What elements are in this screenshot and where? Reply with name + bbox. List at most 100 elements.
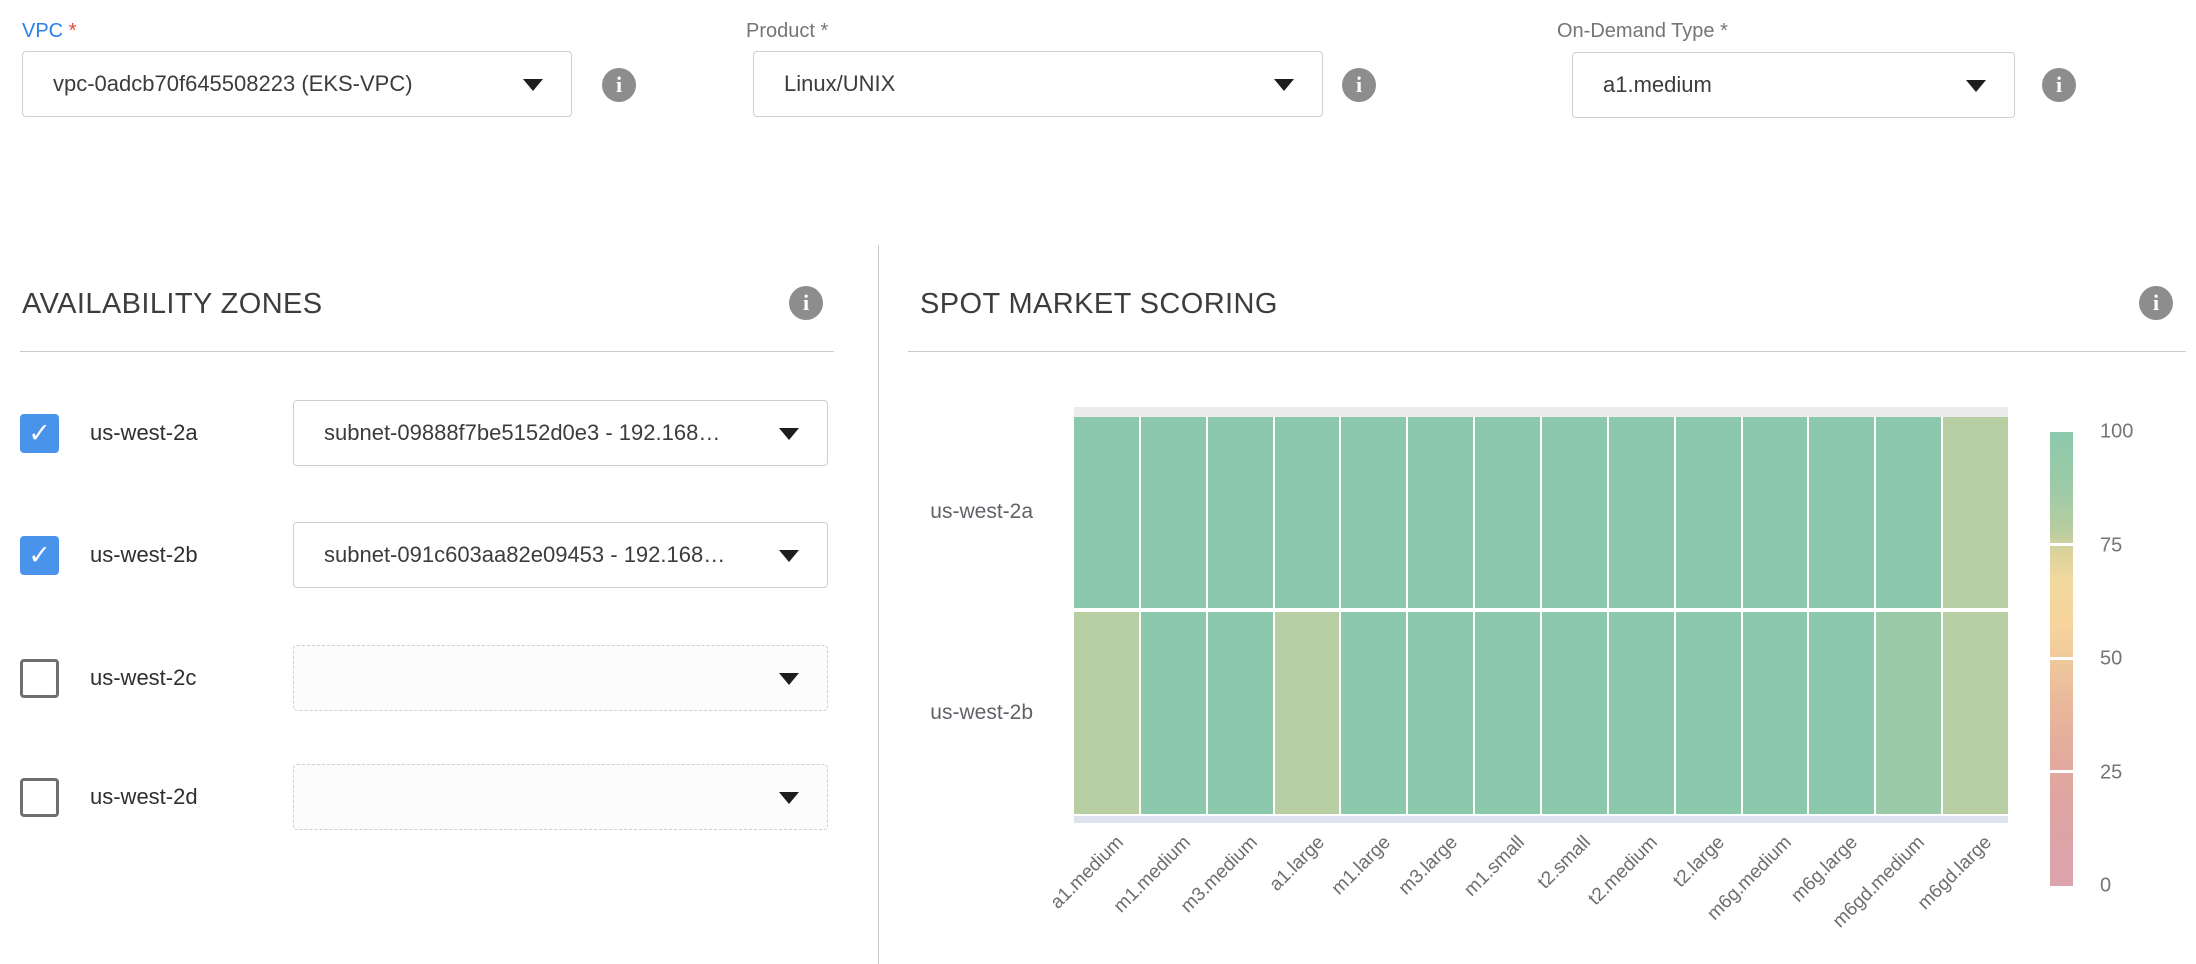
az-zone-label: us-west-2b (90, 522, 198, 588)
colorbar-separator (2050, 657, 2073, 660)
heatmap-cell (1676, 612, 1741, 814)
heatmap-cell (1743, 612, 1808, 814)
heatmap-cell (1943, 612, 2008, 814)
heatmap-cell (1208, 612, 1273, 814)
az-row-us-west-2a: us-west-2a subnet-09888f7be5152d0e3 - 19… (0, 400, 878, 466)
vpc-select[interactable]: vpc-0adcb70f645508223 (EKS-VPC) (22, 51, 572, 117)
heatmap-grid (1074, 417, 2008, 814)
product-select-value: Linux/UNIX (784, 52, 895, 116)
spot-market-scoring-divider (908, 351, 2186, 352)
heatmap-col-label: m1.small (1460, 832, 1529, 901)
colorbar-tick-label: 100 (2100, 421, 2133, 444)
availability-zones-title: AVAILABILITY ZONES (22, 288, 323, 321)
heatmap-cell (1542, 612, 1607, 814)
heatmap-cell (1141, 417, 1206, 608)
heatmap-cell (1809, 612, 1874, 814)
heatmap-cell (1542, 417, 1607, 608)
subnet-select-value: subnet-09888f7be5152d0e3 - 192.168… (324, 401, 720, 465)
heatmap-cell (1408, 417, 1473, 608)
az-row-us-west-2c: us-west-2c (0, 645, 878, 711)
on-demand-required-asterisk: * (1720, 20, 1728, 42)
spot-market-scoring-info-icon[interactable] (2139, 286, 2173, 320)
heatmap-cell (1676, 417, 1741, 608)
product-label: Product * (746, 20, 828, 43)
az-row-us-west-2d: us-west-2d (0, 764, 878, 830)
az-zone-label: us-west-2c (90, 645, 196, 711)
subnet-select-value: subnet-091c603aa82e09453 - 192.168… (324, 523, 725, 587)
heatmap-cell (1141, 612, 1206, 814)
chevron-down-icon (779, 792, 799, 804)
heatmap-cell (1208, 417, 1273, 608)
heatmap-row-label: us-west-2b (873, 701, 1033, 725)
subnet-select-us-west-2c[interactable] (293, 645, 828, 711)
heatmap-cell (1341, 417, 1406, 608)
checkbox-us-west-2b[interactable] (20, 536, 59, 575)
az-row-us-west-2b: us-west-2b subnet-091c603aa82e09453 - 19… (0, 522, 878, 588)
chevron-down-icon (779, 550, 799, 562)
vpc-label-text: VPC (22, 20, 63, 42)
heatmap-cell (1943, 417, 2008, 608)
vpc-label: VPC * (22, 20, 76, 43)
product-info-icon[interactable] (1342, 68, 1376, 102)
heatmap-cell (1408, 612, 1473, 814)
heatmap-col-label: a1.large (1265, 832, 1329, 896)
section-separator (878, 245, 879, 964)
checkbox-us-west-2c[interactable] (20, 659, 59, 698)
chevron-down-icon (779, 428, 799, 440)
heatmap-cell (1876, 612, 1941, 814)
heatmap-col-label: m3.large (1395, 832, 1463, 900)
spot-market-scoring-title: SPOT MARKET SCORING (920, 288, 1278, 321)
subnet-select-us-west-2d[interactable] (293, 764, 828, 830)
heatmap-cell (1876, 417, 1941, 608)
chevron-down-icon (523, 79, 543, 91)
heatmap-cell (1743, 417, 1808, 608)
on-demand-type-info-icon[interactable] (2042, 68, 2076, 102)
chevron-down-icon (1274, 79, 1294, 91)
subnet-select-us-west-2a[interactable]: subnet-09888f7be5152d0e3 - 192.168… (293, 400, 828, 466)
colorbar-tick-label: 25 (2100, 761, 2122, 784)
chevron-down-icon (779, 673, 799, 685)
product-label-text: Product (746, 20, 815, 42)
product-select[interactable]: Linux/UNIX (753, 51, 1323, 117)
vpc-info-icon[interactable] (602, 68, 636, 102)
heatmap-col-label: m1.large (1328, 832, 1396, 900)
heatmap-col-label: t2.medium (1584, 832, 1662, 910)
on-demand-type-label-text: On-Demand Type (1557, 20, 1715, 42)
on-demand-type-select[interactable]: a1.medium (1572, 52, 2015, 118)
colorbar-tick-label: 0 (2100, 875, 2111, 898)
heatmap-row-label: us-west-2a (873, 500, 1033, 524)
subnet-select-us-west-2b[interactable]: subnet-091c603aa82e09453 - 192.168… (293, 522, 828, 588)
heatmap-cell (1609, 612, 1674, 814)
az-zone-label: us-west-2a (90, 400, 198, 466)
colorbar-tick-label: 75 (2100, 534, 2122, 557)
heatmap-cell (1475, 417, 1540, 608)
heatmap-cell (1275, 417, 1340, 608)
heatmap-bottom-edge (1074, 816, 2008, 823)
product-required-asterisk: * (821, 20, 829, 42)
az-zone-label: us-west-2d (90, 764, 198, 830)
heatmap-cell (1475, 612, 1540, 814)
vpc-select-value: vpc-0adcb70f645508223 (EKS-VPC) (53, 52, 413, 116)
heatmap-cell (1074, 612, 1139, 814)
checkbox-us-west-2a[interactable] (20, 414, 59, 453)
heatmap-top-edge (1074, 407, 2008, 417)
colorbar-separator (2050, 770, 2073, 773)
heatmap-cell (1074, 417, 1139, 608)
heatmap-col-label: t2.small (1534, 832, 1596, 894)
spot-configuration-page: VPC * vpc-0adcb70f645508223 (EKS-VPC) Pr… (0, 0, 2196, 964)
colorbar-tick-label: 50 (2100, 648, 2122, 671)
checkbox-us-west-2d[interactable] (20, 778, 59, 817)
colorbar-separator (2050, 543, 2073, 546)
on-demand-type-label: On-Demand Type * (1557, 20, 1728, 43)
heatmap-colorbar (2050, 432, 2073, 886)
heatmap-col-label: t2.large (1669, 832, 1729, 892)
availability-zones-divider (20, 351, 834, 352)
heatmap-cell (1275, 612, 1340, 814)
heatmap-cell (1341, 612, 1406, 814)
heatmap-cell (1609, 417, 1674, 608)
chevron-down-icon (1966, 80, 1986, 92)
heatmap-cell (1809, 417, 1874, 608)
vpc-required-asterisk: * (69, 20, 77, 42)
availability-zones-info-icon[interactable] (789, 286, 823, 320)
on-demand-type-select-value: a1.medium (1603, 53, 1712, 117)
